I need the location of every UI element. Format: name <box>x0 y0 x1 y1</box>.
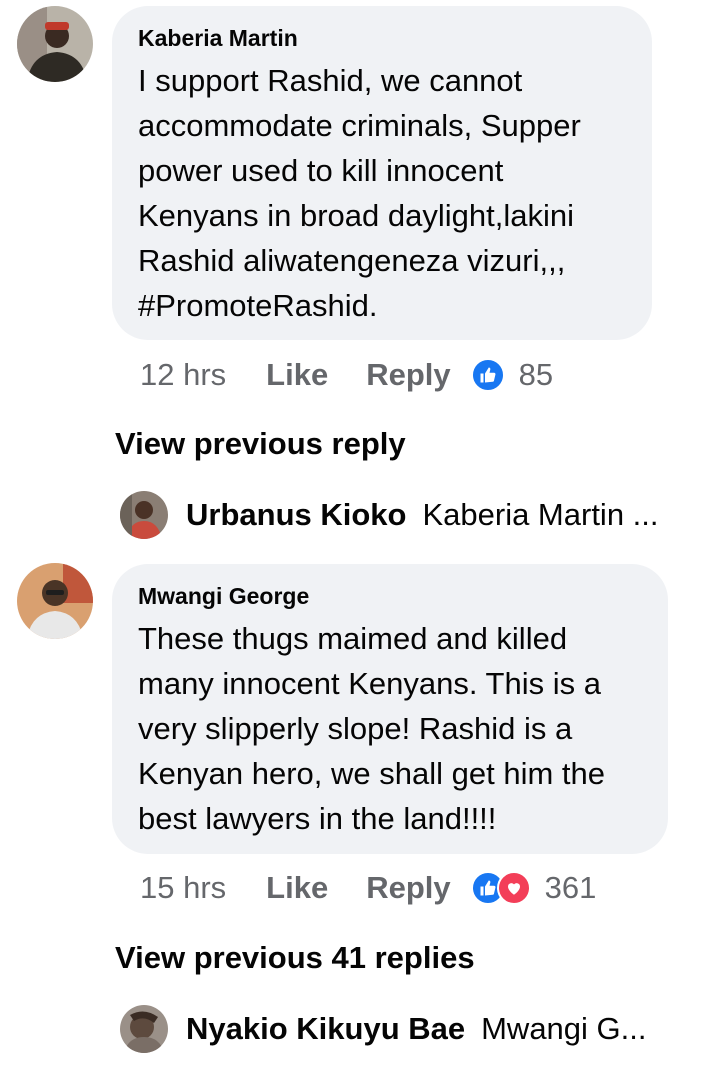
comment-timestamp[interactable]: 15 hrs <box>140 870 226 906</box>
reply-button[interactable]: Reply <box>366 870 450 906</box>
avatar-urbanus-kioko[interactable] <box>120 491 168 539</box>
reaction-count: 85 <box>518 357 554 392</box>
reaction-count: 361 <box>544 870 597 905</box>
reply-author[interactable]: Urbanus Kioko <box>186 497 406 533</box>
view-previous-replies-link[interactable]: View previous 41 replies <box>115 940 475 976</box>
comment-bubble: Kaberia Martin I support Rashid, we cann… <box>112 6 652 340</box>
reply-author[interactable]: Nyakio Kikuyu Bae <box>186 1011 465 1047</box>
comment-actions: 12 hrs Like Reply 85 <box>140 357 553 393</box>
like-button[interactable]: Like <box>266 870 328 906</box>
latest-reply-preview[interactable]: Nyakio Kikuyu Bae Mwangi G... <box>120 1005 647 1053</box>
view-previous-replies-link[interactable]: View previous reply <box>115 426 406 462</box>
reply-snippet: Kaberia Martin ... <box>422 497 659 532</box>
love-icon <box>496 871 531 905</box>
reply-button[interactable]: Reply <box>366 357 450 393</box>
comment-author[interactable]: Kaberia Martin <box>138 24 626 52</box>
comment-actions: 15 hrs Like Reply 361 <box>140 870 596 906</box>
reaction-summary[interactable] <box>470 871 531 905</box>
comment-bubble: Mwangi George These thugs maimed and kil… <box>112 564 668 854</box>
avatar-mwangi-george[interactable] <box>17 563 93 639</box>
comment-text: These thugs maimed and killed many innoc… <box>138 621 605 836</box>
reaction-summary[interactable] <box>470 358 505 392</box>
comment-text: I support Rashid, we cannot accommodate … <box>138 63 581 323</box>
comment-author[interactable]: Mwangi George <box>138 582 642 610</box>
like-button[interactable]: Like <box>266 357 328 393</box>
reply-snippet: Mwangi G... <box>481 1011 647 1046</box>
like-icon <box>470 358 505 392</box>
comment-timestamp[interactable]: 12 hrs <box>140 357 226 393</box>
latest-reply-preview[interactable]: Urbanus Kioko Kaberia Martin ... <box>120 491 659 539</box>
avatar-kaberia-martin[interactable] <box>17 6 93 82</box>
avatar-nyakio-kikuyu-bae[interactable] <box>120 1005 168 1053</box>
